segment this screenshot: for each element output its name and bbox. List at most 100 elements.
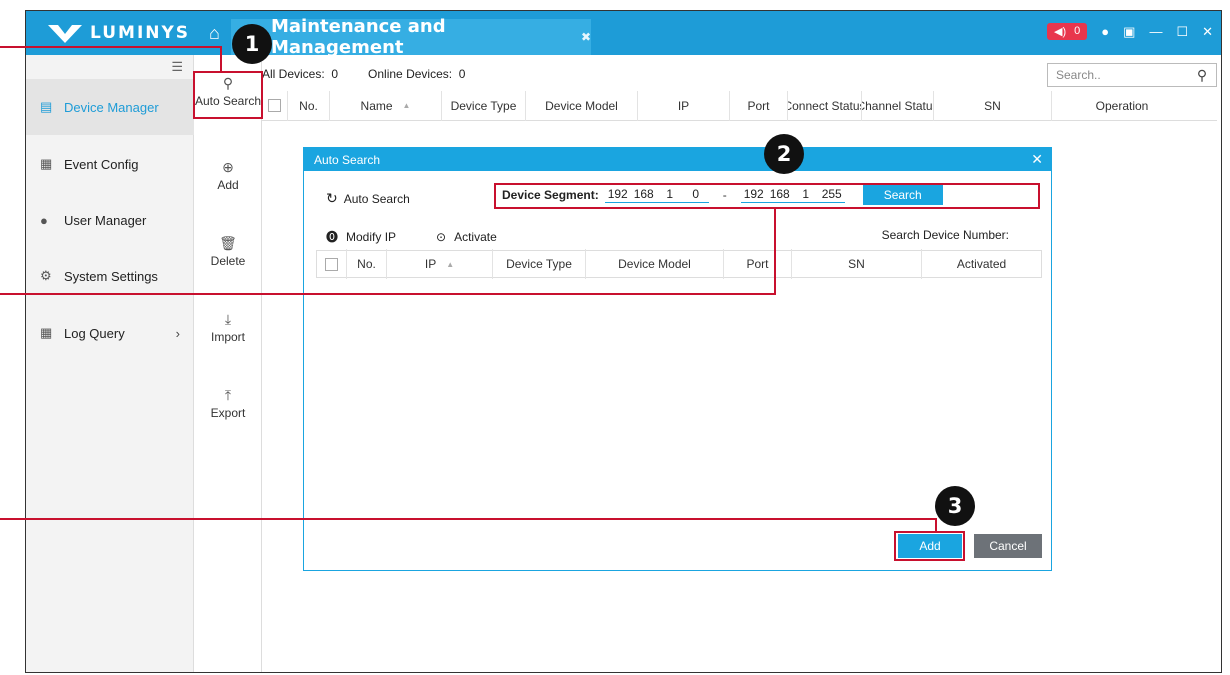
col-connect-status[interactable]: Connect Status — [788, 90, 862, 121]
col-channel-status[interactable]: Channel Status — [862, 90, 934, 121]
highlight-add-button — [894, 531, 965, 561]
maximize-icon[interactable]: ☐ — [1176, 24, 1188, 40]
speaker-icon: ◀) — [1054, 26, 1067, 38]
col-device-type[interactable]: Device Type — [493, 249, 586, 279]
col-ip[interactable]: IP ▲ — [387, 249, 493, 279]
user-icon: ● — [40, 212, 48, 228]
col-sn[interactable]: SN — [792, 249, 922, 279]
tab-maintenance[interactable]: Maintenance and Management ✖ — [231, 16, 591, 58]
device-table-header: No. Name ▲ Device Type Device Model IP Po… — [262, 90, 1217, 121]
callout-line-2-vertical — [774, 209, 776, 295]
col-port[interactable]: Port — [724, 249, 792, 279]
log-doc-icon: ▦ — [40, 325, 53, 340]
search-input[interactable]: Search.. ⚲ — [1047, 63, 1217, 87]
col-activated[interactable]: Activated — [922, 249, 1041, 279]
dialog-close-icon[interactable]: ✕ — [1031, 151, 1043, 168]
cancel-button[interactable]: Cancel — [974, 534, 1042, 558]
search-icon[interactable]: ⚲ — [1188, 67, 1216, 84]
tool-column: ⚲ Auto Search ⊕ Add 🗑 Delete ⤓ Import ⤒ … — [194, 55, 262, 672]
all-devices: All Devices: 0 — [262, 67, 338, 81]
add-label: Add — [217, 178, 239, 192]
home-icon[interactable]: ⌂ — [209, 23, 220, 44]
gear-icon: ⚙ — [40, 268, 52, 283]
step-badge-1: 1 — [232, 24, 272, 64]
activate-button[interactable]: Activate — [454, 230, 497, 244]
highlight-device-segment — [494, 183, 1040, 209]
user-icon[interactable]: ● — [1101, 24, 1109, 39]
col-ip-label: IP — [424, 257, 437, 271]
tab-close-icon[interactable]: ✖ — [581, 30, 591, 44]
all-devices-label: All Devices: — [262, 67, 325, 81]
refresh-auto-search-button[interactable]: ↻ Auto Search — [326, 190, 410, 207]
collapse-menu-icon[interactable]: ☰ — [171, 59, 183, 75]
sidebar-item-system-settings[interactable]: ⚙ System Settings — [26, 248, 194, 304]
callout-line-1 — [0, 46, 222, 48]
search-result-table-header: No. IP ▲ Device Type Device Model Port SN… — [316, 249, 1042, 279]
device-monitor-icon: ▤ — [40, 99, 53, 114]
sidebar-item-label: Event Config — [64, 156, 139, 172]
all-devices-count: 0 — [331, 67, 339, 81]
step-badge-2: 2 — [764, 134, 804, 174]
device-stats: All Devices: 0 Online Devices: 0 — [262, 67, 465, 81]
sidebar-item-label: Device Manager — [64, 99, 159, 115]
delete-button[interactable]: 🗑 Delete — [194, 235, 262, 268]
highlight-auto-search — [193, 71, 263, 119]
callout-line-3-vertical — [935, 518, 937, 532]
col-device-model[interactable]: Device Model — [526, 90, 638, 121]
ip-icon: ⓿ — [326, 230, 339, 244]
sidebar-item-label: System Settings — [64, 268, 158, 284]
trash-icon: 🗑 — [219, 235, 237, 251]
title-bar: LUMINYS ⌂ Maintenance and Management ✖ ◀… — [26, 11, 1221, 58]
export-label: Export — [210, 406, 246, 420]
col-name[interactable]: Name ▲ — [330, 90, 442, 121]
monitor-icon[interactable]: ▣ — [1123, 24, 1135, 40]
col-operation[interactable]: Operation — [1052, 91, 1192, 121]
add-button[interactable]: ⊕ Add — [194, 159, 262, 192]
online-devices-count: 0 — [458, 67, 466, 81]
close-icon[interactable]: ✕ — [1202, 24, 1213, 40]
import-icon: ⤓ — [224, 311, 232, 327]
online-devices: Online Devices: 0 — [368, 67, 465, 81]
modify-ip-button[interactable]: Modify IP — [346, 230, 396, 244]
col-device-model[interactable]: Device Model — [586, 249, 724, 279]
select-all-checkbox[interactable] — [317, 249, 347, 279]
minimize-icon[interactable]: — — [1149, 24, 1162, 39]
import-label: Import — [210, 330, 245, 344]
col-sn[interactable]: SN — [934, 90, 1052, 121]
sidebar-item-label: Log Query — [64, 325, 125, 341]
col-port[interactable]: Port — [730, 90, 788, 121]
col-device-type[interactable]: Device Type — [442, 90, 526, 121]
sidebar-item-event-config[interactable]: ▦ Event Config — [26, 136, 194, 192]
plus-circle-icon: ⊕ — [222, 159, 234, 175]
chevron-right-icon: › — [175, 325, 180, 341]
sidebar-item-user-manager[interactable]: ● User Manager — [26, 192, 194, 248]
sidebar-item-device-manager[interactable]: ▤ Device Manager — [26, 79, 194, 135]
brand-logo: LUMINYS — [26, 11, 194, 55]
activate-icon: ⊙ — [436, 229, 447, 244]
online-devices-label: Online Devices: — [368, 67, 453, 81]
alarm-count: 0 — [1074, 25, 1081, 37]
step-badge-3: 3 — [935, 486, 975, 526]
dialog-header: Auto Search ✕ — [304, 148, 1051, 171]
callout-line-3 — [0, 518, 937, 520]
delete-label: Delete — [210, 254, 246, 268]
sidebar-item-log-query[interactable]: ▦ Log Query › — [26, 305, 194, 361]
brand-name: LUMINYS — [90, 23, 191, 43]
search-device-number: Search Device Number: — [881, 228, 1009, 242]
select-all-checkbox[interactable] — [262, 90, 288, 121]
tab-title: Maintenance and Management — [271, 16, 446, 58]
sort-asc-icon: ▲ — [402, 101, 411, 110]
refresh-label: Auto Search — [343, 191, 410, 206]
col-ip[interactable]: IP — [638, 90, 730, 121]
callout-line-2 — [0, 293, 776, 295]
import-button[interactable]: ⤓ Import — [194, 311, 262, 344]
alarm-button[interactable]: ◀) 0 — [1047, 23, 1088, 40]
sort-asc-icon: ▲ — [446, 259, 455, 269]
luminys-logo-icon — [48, 23, 82, 43]
col-no[interactable]: No. — [347, 249, 387, 279]
col-no[interactable]: No. — [288, 90, 330, 121]
search-placeholder: Search.. — [1056, 68, 1101, 82]
col-name-label: Name — [360, 98, 393, 113]
title-bar-controls: ◀) 0 ● ▣ — ☐ ✕ — [1047, 23, 1213, 40]
export-button[interactable]: ⤒ Export — [194, 387, 262, 420]
